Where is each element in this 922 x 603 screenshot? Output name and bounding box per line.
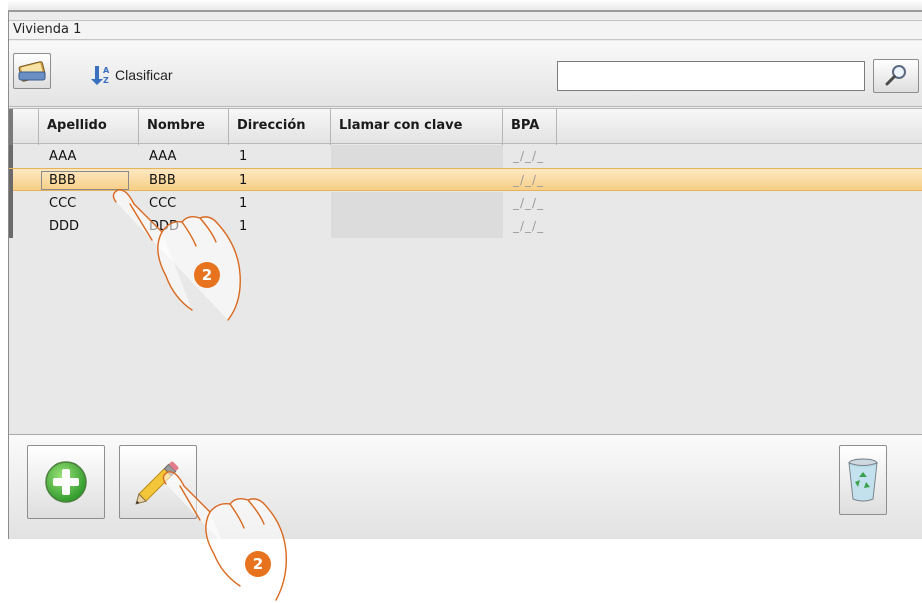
magnifier-icon <box>885 65 906 86</box>
column-header-nombre[interactable]: Nombre <box>139 109 229 145</box>
column-header-direccion[interactable]: Dirección <box>229 109 331 145</box>
row-header[interactable] <box>9 215 39 238</box>
cell-nombre[interactable]: BBB <box>139 169 229 192</box>
step-badge: 2 <box>194 262 220 288</box>
contacts-window: Vivienda 1 A Z Clasificar Apellido Nombr… <box>8 12 922 539</box>
cell-llamar-con-clave[interactable] <box>331 145 503 168</box>
cell-apellido[interactable]: DDD <box>39 215 139 238</box>
step-badge: 2 <box>245 551 271 577</box>
cell-llamar-con-clave[interactable] <box>331 169 503 192</box>
table-row-selected[interactable]: BBB BBB 1 _/_/_ <box>9 168 922 192</box>
plus-circle-icon <box>45 461 87 503</box>
cell-llamar-con-clave[interactable] <box>331 192 503 215</box>
cell-bpa[interactable]: _/_/_ <box>503 192 573 215</box>
cell-nombre[interactable]: AAA <box>139 145 229 168</box>
address-book-icon <box>18 61 46 82</box>
delete-contact-button[interactable] <box>839 445 887 515</box>
row-header[interactable] <box>9 169 39 192</box>
toolbar: A Z Clasificar <box>9 41 922 107</box>
cell-direccion[interactable]: 1 <box>229 192 331 215</box>
window-title: Vivienda 1 <box>9 20 922 40</box>
table-row[interactable]: AAA AAA 1 _/_/_ <box>9 145 922 168</box>
cell-apellido[interactable]: AAA <box>39 145 139 168</box>
sort-label: Clasificar <box>115 67 173 83</box>
action-bar <box>9 434 922 539</box>
window-top-strip <box>8 0 922 12</box>
address-book-button[interactable] <box>13 53 51 89</box>
row-header[interactable] <box>9 145 39 168</box>
table-row[interactable]: DDD DDD 1 _/_/_ <box>9 215 922 238</box>
edit-contact-button[interactable] <box>119 445 197 519</box>
row-header[interactable] <box>9 192 39 215</box>
column-header-llamar-con-clave[interactable]: Llamar con clave <box>331 109 503 145</box>
table-row[interactable]: CCC CCC 1 _/_/_ <box>9 192 922 215</box>
sort-button[interactable]: A Z Clasificar <box>89 65 173 85</box>
row-header-corner <box>9 109 39 145</box>
column-header-bpa[interactable]: BPA <box>503 109 557 145</box>
cell-direccion[interactable]: 1 <box>229 145 331 168</box>
cell-llamar-con-clave[interactable] <box>331 215 503 238</box>
cell-bpa[interactable]: _/_/_ <box>503 215 573 238</box>
search-input[interactable] <box>557 61 865 91</box>
cell-nombre[interactable]: DDD <box>139 215 229 238</box>
sort-az-icon: A Z <box>91 66 110 85</box>
contacts-table: Apellido Nombre Dirección Llamar con cla… <box>9 108 922 434</box>
cell-nombre[interactable]: CCC <box>139 192 229 215</box>
add-contact-button[interactable] <box>27 445 105 519</box>
cell-bpa[interactable]: _/_/_ <box>503 169 573 192</box>
svg-text:A: A <box>103 66 110 75</box>
pencil-icon <box>135 461 179 505</box>
cell-bpa[interactable]: _/_/_ <box>503 145 573 168</box>
svg-text:Z: Z <box>103 76 109 85</box>
cell-direccion[interactable]: 1 <box>229 169 331 192</box>
column-header-apellido[interactable]: Apellido <box>39 109 139 145</box>
cell-apellido[interactable]: BBB <box>39 169 131 192</box>
cell-apellido[interactable]: CCC <box>39 192 139 215</box>
recycle-bin-icon <box>848 458 878 502</box>
search-button[interactable] <box>873 59 919 93</box>
cell-direccion[interactable]: 1 <box>229 215 331 238</box>
table-header: Apellido Nombre Dirección Llamar con cla… <box>9 108 922 145</box>
